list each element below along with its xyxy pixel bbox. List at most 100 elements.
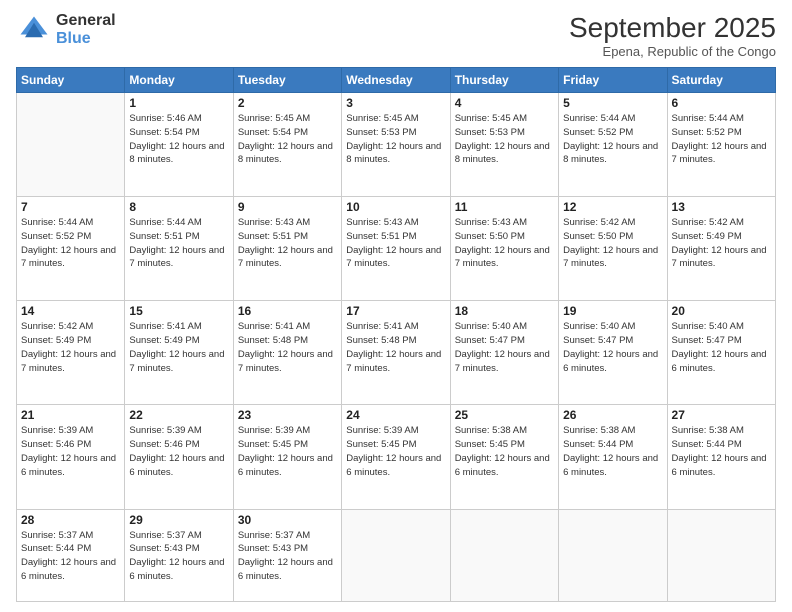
main-title: September 2025 [569,12,776,44]
calendar-day-cell: 23 Sunrise: 5:39 AM Sunset: 5:45 PM Dayli… [233,405,341,509]
day-number: 21 [21,408,120,422]
day-info: Sunrise: 5:41 AM Sunset: 5:48 PM Dayligh… [346,320,445,375]
day-number: 26 [563,408,662,422]
day-number: 20 [672,304,771,318]
day-info: Sunrise: 5:45 AM Sunset: 5:53 PM Dayligh… [346,112,445,167]
day-info: Sunrise: 5:45 AM Sunset: 5:53 PM Dayligh… [455,112,554,167]
day-info: Sunrise: 5:42 AM Sunset: 5:50 PM Dayligh… [563,216,662,271]
calendar-day-cell: 3 Sunrise: 5:45 AM Sunset: 5:53 PM Daylig… [342,93,450,197]
logo-text: General Blue [56,12,116,47]
day-number: 28 [21,513,120,527]
day-number: 2 [238,96,337,110]
day-number: 19 [563,304,662,318]
day-number: 5 [563,96,662,110]
calendar-day-cell: 16 Sunrise: 5:41 AM Sunset: 5:48 PM Dayli… [233,301,341,405]
sub-title: Epena, Republic of the Congo [569,44,776,59]
day-info: Sunrise: 5:45 AM Sunset: 5:54 PM Dayligh… [238,112,337,167]
day-number: 24 [346,408,445,422]
title-block: September 2025 Epena, Republic of the Co… [569,12,776,59]
calendar-day-cell: 27 Sunrise: 5:38 AM Sunset: 5:44 PM Dayli… [667,405,775,509]
logo-general: General [56,12,116,30]
calendar-day-cell [342,509,450,601]
day-number: 9 [238,200,337,214]
day-info: Sunrise: 5:42 AM Sunset: 5:49 PM Dayligh… [21,320,120,375]
day-info: Sunrise: 5:44 AM Sunset: 5:52 PM Dayligh… [563,112,662,167]
logo-icon [16,12,52,48]
day-number: 15 [129,304,228,318]
day-info: Sunrise: 5:43 AM Sunset: 5:51 PM Dayligh… [346,216,445,271]
calendar-day-cell: 18 Sunrise: 5:40 AM Sunset: 5:47 PM Dayli… [450,301,558,405]
calendar-day-cell: 10 Sunrise: 5:43 AM Sunset: 5:51 PM Dayli… [342,197,450,301]
day-info: Sunrise: 5:38 AM Sunset: 5:44 PM Dayligh… [672,424,771,479]
day-info: Sunrise: 5:39 AM Sunset: 5:45 PM Dayligh… [346,424,445,479]
weekday-header: Tuesday [233,68,341,93]
weekday-header: Thursday [450,68,558,93]
calendar-day-cell: 28 Sunrise: 5:37 AM Sunset: 5:44 PM Dayli… [17,509,125,601]
calendar-day-cell: 2 Sunrise: 5:45 AM Sunset: 5:54 PM Daylig… [233,93,341,197]
calendar-day-cell: 13 Sunrise: 5:42 AM Sunset: 5:49 PM Dayli… [667,197,775,301]
day-info: Sunrise: 5:39 AM Sunset: 5:45 PM Dayligh… [238,424,337,479]
calendar-day-cell: 5 Sunrise: 5:44 AM Sunset: 5:52 PM Daylig… [559,93,667,197]
day-number: 17 [346,304,445,318]
day-number: 16 [238,304,337,318]
day-number: 8 [129,200,228,214]
logo-blue: Blue [56,30,116,48]
page: General Blue September 2025 Epena, Repub… [0,0,792,612]
day-number: 22 [129,408,228,422]
day-info: Sunrise: 5:37 AM Sunset: 5:43 PM Dayligh… [129,529,228,584]
day-number: 1 [129,96,228,110]
day-info: Sunrise: 5:38 AM Sunset: 5:45 PM Dayligh… [455,424,554,479]
calendar-week-row: 21 Sunrise: 5:39 AM Sunset: 5:46 PM Dayli… [17,405,776,509]
day-info: Sunrise: 5:42 AM Sunset: 5:49 PM Dayligh… [672,216,771,271]
day-info: Sunrise: 5:39 AM Sunset: 5:46 PM Dayligh… [21,424,120,479]
day-info: Sunrise: 5:39 AM Sunset: 5:46 PM Dayligh… [129,424,228,479]
calendar-day-cell: 1 Sunrise: 5:46 AM Sunset: 5:54 PM Daylig… [125,93,233,197]
day-number: 14 [21,304,120,318]
day-number: 3 [346,96,445,110]
weekday-header: Saturday [667,68,775,93]
day-number: 29 [129,513,228,527]
day-number: 30 [238,513,337,527]
calendar-day-cell: 14 Sunrise: 5:42 AM Sunset: 5:49 PM Dayli… [17,301,125,405]
day-info: Sunrise: 5:37 AM Sunset: 5:44 PM Dayligh… [21,529,120,584]
calendar-day-cell: 8Sunrise: 5:44 AM Sunset: 5:51 PM Daylig… [125,197,233,301]
calendar-week-row: 14 Sunrise: 5:42 AM Sunset: 5:49 PM Dayli… [17,301,776,405]
day-number: 10 [346,200,445,214]
calendar-day-cell: 9 Sunrise: 5:43 AM Sunset: 5:51 PM Daylig… [233,197,341,301]
day-number: 13 [672,200,771,214]
weekday-header: Monday [125,68,233,93]
calendar-day-cell: 11 Sunrise: 5:43 AM Sunset: 5:50 PM Dayli… [450,197,558,301]
calendar-day-cell [667,509,775,601]
calendar-week-row: 7Sunrise: 5:44 AM Sunset: 5:52 PM Daylig… [17,197,776,301]
calendar-week-row: 1 Sunrise: 5:46 AM Sunset: 5:54 PM Daylig… [17,93,776,197]
day-info: Sunrise: 5:41 AM Sunset: 5:48 PM Dayligh… [238,320,337,375]
day-number: 11 [455,200,554,214]
calendar-day-cell: 12 Sunrise: 5:42 AM Sunset: 5:50 PM Dayli… [559,197,667,301]
day-number: 6 [672,96,771,110]
day-info: Sunrise: 5:40 AM Sunset: 5:47 PM Dayligh… [563,320,662,375]
day-number: 27 [672,408,771,422]
calendar-day-cell: 19 Sunrise: 5:40 AM Sunset: 5:47 PM Dayli… [559,301,667,405]
weekday-header: Sunday [17,68,125,93]
calendar-header-row: SundayMondayTuesdayWednesdayThursdayFrid… [17,68,776,93]
calendar-day-cell: 6 Sunrise: 5:44 AM Sunset: 5:52 PM Daylig… [667,93,775,197]
calendar-day-cell [559,509,667,601]
day-info: Sunrise: 5:38 AM Sunset: 5:44 PM Dayligh… [563,424,662,479]
day-info: Sunrise: 5:43 AM Sunset: 5:50 PM Dayligh… [455,216,554,271]
header: General Blue September 2025 Epena, Repub… [16,12,776,59]
calendar-day-cell: 24 Sunrise: 5:39 AM Sunset: 5:45 PM Dayli… [342,405,450,509]
day-info: Sunrise: 5:43 AM Sunset: 5:51 PM Dayligh… [238,216,337,271]
day-info: Sunrise: 5:46 AM Sunset: 5:54 PM Dayligh… [129,112,228,167]
calendar-week-row: 28 Sunrise: 5:37 AM Sunset: 5:44 PM Dayli… [17,509,776,601]
day-number: 23 [238,408,337,422]
calendar-day-cell: 29 Sunrise: 5:37 AM Sunset: 5:43 PM Dayli… [125,509,233,601]
day-info: Sunrise: 5:44 AM Sunset: 5:52 PM Dayligh… [672,112,771,167]
day-number: 12 [563,200,662,214]
calendar-day-cell [450,509,558,601]
day-info: Sunrise: 5:40 AM Sunset: 5:47 PM Dayligh… [455,320,554,375]
day-number: 18 [455,304,554,318]
calendar-day-cell: 15Sunrise: 5:41 AM Sunset: 5:49 PM Dayli… [125,301,233,405]
logo: General Blue [16,12,116,48]
day-number: 4 [455,96,554,110]
calendar-day-cell: 26 Sunrise: 5:38 AM Sunset: 5:44 PM Dayli… [559,405,667,509]
